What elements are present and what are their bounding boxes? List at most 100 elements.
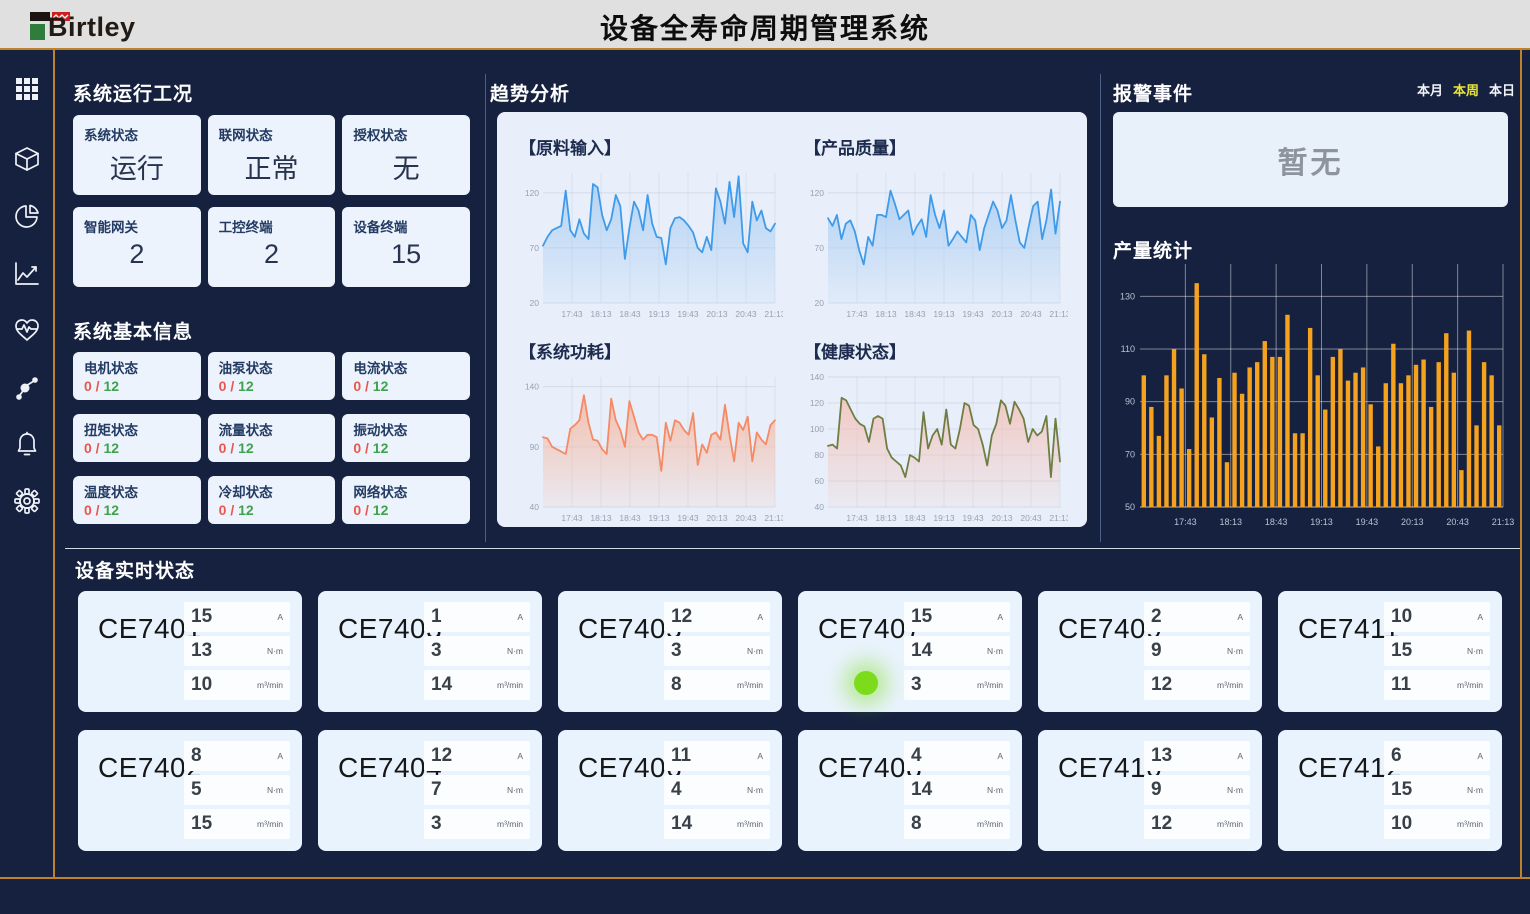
device-card[interactable]: CE7406 11 A 4 N·m 14 m³/min [558,730,782,851]
device-metric-row: 14 N·m [904,636,1010,666]
svg-text:18:13: 18:13 [875,309,897,319]
device-metric-unit: A [997,751,1003,761]
device-metric-unit: N·m [507,646,523,656]
device-metric-row: 4 N·m [664,775,770,805]
device-metric-value: 12 [1151,674,1172,696]
system-info-card[interactable]: 流量状态 0 / 12 [208,414,336,462]
system-info-card[interactable]: 网络状态 0 / 12 [342,476,470,524]
system-status-card[interactable]: 工控终端 2 [208,207,336,287]
device-values: 13 A 9 N·m 12 m³/min [1144,741,1250,843]
info-card-count: 0 / 12 [84,440,190,456]
molecule-icon[interactable] [12,372,42,402]
device-metric-unit: A [1477,612,1483,622]
bell-icon[interactable] [12,429,42,459]
info-count-current: 0 [84,378,92,394]
status-card-label: 授权状态 [353,124,459,144]
alarm-empty-text: 暂无 [1278,138,1344,182]
dashboard-root: Birtley 设备全寿命周期管理系统 [0,0,1530,914]
system-info-card[interactable]: 扭矩状态 0 / 12 [73,414,201,462]
pie-chart-icon[interactable] [12,201,42,231]
device-metric-unit: N·m [1227,785,1243,795]
device-metric-unit: N·m [1467,646,1483,656]
health-pulse-icon[interactable] [12,315,42,345]
device-card[interactable]: CE7404 12 A 7 N·m 3 m³/min [318,730,542,851]
svg-text:20:13: 20:13 [706,309,728,319]
svg-text:130: 130 [1120,291,1135,301]
apps-grid-icon[interactable] [12,74,42,104]
system-info-card[interactable]: 冷却状态 0 / 12 [208,476,336,524]
device-card[interactable]: CE7401 15 A 13 N·m 10 m³/min [78,591,302,712]
device-card[interactable]: CE7403 1 A 3 N·m 14 m³/min [318,591,542,712]
device-metric-row: 12 m³/min [1144,670,1250,700]
system-status-card[interactable]: 智能网关 2 [73,207,201,287]
device-metric-unit: N·m [987,646,1003,656]
system-info-card[interactable]: 电机状态 0 / 12 [73,352,201,400]
device-metric-unit: N·m [1467,785,1483,795]
device-card[interactable]: CE7407 15 A 14 N·m 3 m³/min [798,591,1022,712]
svg-text:18:43: 18:43 [619,513,641,523]
device-metric-row: 10 m³/min [1384,809,1490,839]
system-info-card[interactable]: 温度状态 0 / 12 [73,476,201,524]
device-card[interactable]: CE7410 13 A 9 N·m 12 m³/min [1038,730,1262,851]
device-card[interactable]: CE7411 10 A 15 N·m 11 m³/min [1278,591,1502,712]
page-title: 设备全寿命周期管理系统 [0,7,1530,47]
info-count-current: 0 [353,502,361,518]
system-status-card[interactable]: 系统状态 运行 [73,115,201,195]
device-metric-value: 14 [671,813,692,835]
cube-icon[interactable] [12,144,42,174]
trend-chart-title: 【原料输入】 [519,134,784,159]
line-chart-icon[interactable] [12,258,42,288]
system-status-card[interactable]: 授权状态 无 [342,115,470,195]
device-metric-unit: N·m [747,785,763,795]
device-metric-unit: m³/min [737,680,763,690]
trend-chart-canvas: 140904017:4318:1318:4319:1319:4320:1320:… [515,369,784,532]
alarm-tab[interactable]: 本月 [1417,80,1443,99]
trend-chart-title: 【系统功耗】 [519,338,784,363]
device-card[interactable]: CE7412 6 A 15 N·m 10 m³/min [1278,730,1502,851]
device-card[interactable]: CE7408 4 A 14 N·m 8 m³/min [798,730,1022,851]
gear-icon[interactable] [12,486,42,516]
svg-text:19:43: 19:43 [962,513,984,523]
device-metric-row: 13 A [1144,741,1250,771]
system-status-card[interactable]: 设备终端 15 [342,207,470,287]
device-metric-row: 15 N·m [1384,636,1490,666]
system-info-card[interactable]: 电流状态 0 / 12 [342,352,470,400]
device-metric-unit: N·m [507,785,523,795]
alarm-tab[interactable]: 本日 [1489,80,1515,99]
device-metric-unit: N·m [747,646,763,656]
device-metric-value: 13 [1151,745,1172,767]
device-metric-row: 1 A [424,602,530,632]
svg-text:120: 120 [810,188,824,198]
device-metric-value: 4 [671,779,682,801]
device-values: 1 A 3 N·m 14 m³/min [424,602,530,704]
devices-panel-divider [65,548,1520,549]
device-metric-row: 3 m³/min [904,670,1010,700]
svg-text:19:13: 19:13 [933,513,955,523]
device-card[interactable]: CE7402 8 A 5 N·m 15 m³/min [78,730,302,851]
trend-analysis-card: 【原料输入】 120702017:4318:1318:4319:1319:432… [497,112,1087,527]
device-metric-row: 8 m³/min [664,670,770,700]
device-metric-value: 14 [911,640,932,662]
system-info-card[interactable]: 振动状态 0 / 12 [342,414,470,462]
device-metric-unit: A [757,751,763,761]
svg-text:17:43: 17:43 [846,309,868,319]
alarm-empty-card: 暂无 [1113,112,1508,207]
device-metric-unit: A [1237,612,1243,622]
device-metric-value: 14 [911,779,932,801]
device-metric-row: 3 N·m [664,636,770,666]
device-card[interactable]: CE7409 2 A 9 N·m 12 m³/min [1038,591,1262,712]
device-metric-unit: A [757,612,763,622]
svg-text:17:43: 17:43 [561,309,583,319]
section-title-trend: 趋势分析 [490,79,570,106]
info-count-sep: / [92,378,104,394]
device-metric-value: 10 [1391,606,1412,628]
system-status-card[interactable]: 联网状态 正常 [208,115,336,195]
svg-text:70: 70 [530,243,540,253]
device-card[interactable]: CE7405 12 A 3 N·m 8 m³/min [558,591,782,712]
info-count-total: 12 [238,440,254,456]
alarm-tab[interactable]: 本周 [1453,80,1479,99]
svg-text:18:43: 18:43 [619,309,641,319]
gold-line-top [0,48,1530,50]
system-info-card[interactable]: 油泵状态 0 / 12 [208,352,336,400]
system-status-grid: 系统状态 运行 联网状态 正常 授权状态 无 智能网关 2 工控终端 2 设备终… [73,115,470,287]
